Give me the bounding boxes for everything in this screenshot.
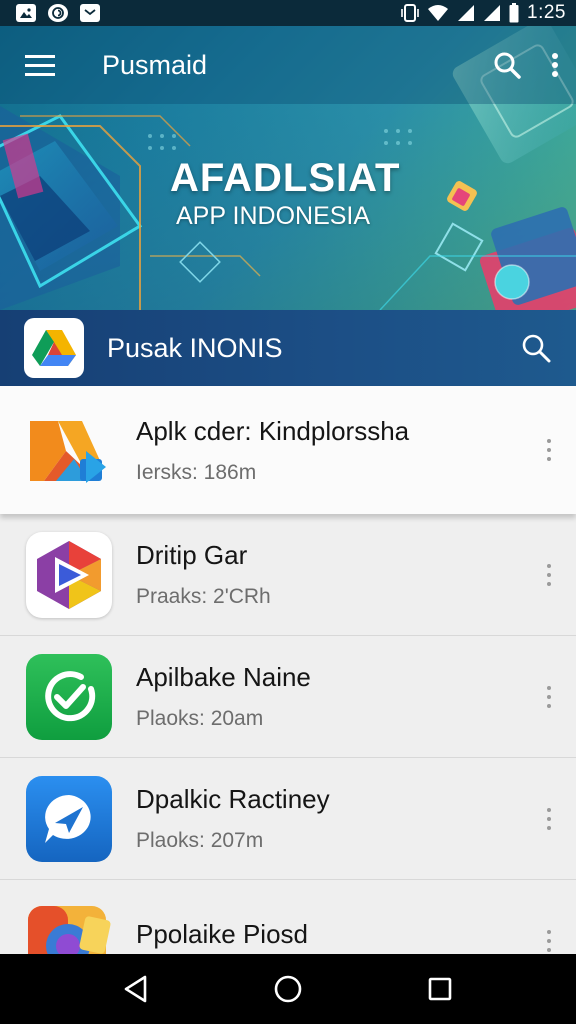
item-more-button[interactable]: [540, 560, 558, 590]
section-search-button[interactable]: [496, 310, 576, 386]
chat-logo-icon: [26, 775, 112, 862]
hero-banner: Pusmaid AFADLSIAT APP INDONESIA: [0, 26, 576, 310]
search-button[interactable]: [480, 26, 534, 104]
item-more-button[interactable]: [540, 682, 558, 712]
banner-title: AFADLSIAT: [170, 156, 401, 200]
notification-icon: [80, 4, 100, 22]
banner-subtitle: APP INDONESIA: [176, 202, 371, 230]
app-list: Aplk cder: Kindplorssha Iersks: 186m Dri…: [0, 386, 576, 1002]
vibrate-icon: [401, 3, 419, 23]
item-more-button[interactable]: [540, 435, 558, 465]
top-app-bar: Pusmaid: [0, 26, 576, 104]
section-title: Pusak INONIS: [107, 332, 283, 363]
status-time: 1:25: [527, 2, 566, 23]
app-meta: Plaoks: 207m: [136, 829, 264, 852]
signal-icon: [457, 4, 475, 22]
home-button[interactable]: [258, 959, 318, 1019]
app-title: Pusmaid: [102, 49, 208, 80]
overflow-menu-button[interactable]: [534, 26, 576, 104]
menu-icon: [25, 55, 55, 76]
back-icon: [124, 975, 147, 1003]
recents-button[interactable]: [410, 959, 470, 1019]
signal-icon: [483, 4, 501, 22]
app-meta: Plaoks: 20am: [136, 707, 264, 730]
list-item[interactable]: Aplk cder: Kindplorssha Iersks: 186m: [0, 386, 576, 514]
system-navigation-bar: [0, 954, 576, 1024]
screen: 1:25 Pusmaid AFADLSIAT APP INDONESIA Pus…: [0, 0, 576, 1024]
arrow-logo-icon: [26, 407, 112, 493]
play-logo-icon: [26, 531, 112, 618]
app-name: Apilbake Naine: [136, 662, 311, 692]
app-meta: Iersks: 186m: [136, 460, 257, 484]
messenger-icon: [48, 4, 68, 22]
menu-button[interactable]: [0, 26, 80, 104]
more-vert-icon: [552, 53, 558, 77]
list-item[interactable]: Dpalkic Ractiney Plaoks: 207m: [0, 758, 576, 880]
search-icon: [522, 334, 551, 363]
wifi-icon: [427, 4, 449, 22]
app-name: Dritip Gar: [136, 540, 248, 570]
status-bar: 1:25: [0, 0, 576, 26]
list-item[interactable]: Dritip Gar Praaks: 2'CRh: [0, 514, 576, 636]
status-right-icons: 1:25: [401, 2, 566, 24]
battery-icon: [509, 3, 519, 23]
item-more-button[interactable]: [540, 926, 558, 956]
logo-icon: [32, 330, 76, 366]
status-left-icons: [16, 4, 100, 22]
app-name: Ppolaike Piosd: [136, 918, 308, 949]
home-icon: [274, 975, 302, 1003]
back-button[interactable]: [106, 959, 166, 1019]
check-logo-icon: [26, 653, 112, 740]
app-name: Aplk cder: Kindplorssha: [136, 415, 410, 446]
app-name: Dpalkic Ractiney: [136, 784, 330, 814]
search-icon: [494, 52, 521, 79]
item-more-button[interactable]: [540, 804, 558, 834]
list-item[interactable]: Apilbake Naine Plaoks: 20am: [0, 636, 576, 758]
recents-icon: [428, 977, 452, 1001]
app-meta: Praaks: 2'CRh: [136, 585, 271, 608]
section-header: Pusak INONIS: [0, 310, 576, 386]
section-logo: [24, 318, 84, 378]
gallery-icon: [16, 4, 36, 22]
